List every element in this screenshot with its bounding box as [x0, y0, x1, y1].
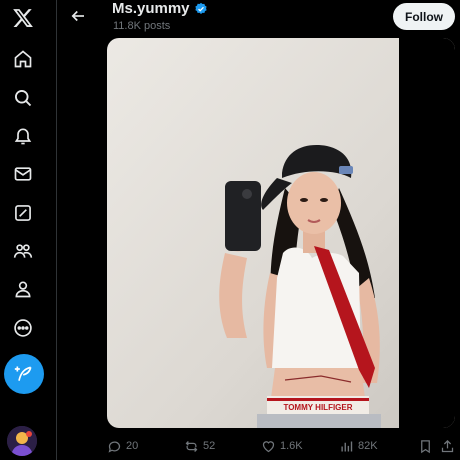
reply-action[interactable]: 20 [107, 436, 138, 456]
profile-media-view: Ms.yummy 11.8K posts Follow TOMMY HILFIG… [0, 0, 460, 460]
reply-icon [108, 441, 121, 453]
mirror-selfie-image: TOMMY HILFIGER [107, 38, 455, 428]
notifications-icon[interactable] [9, 122, 37, 150]
like-count: 1.6K [280, 440, 303, 452]
like-action[interactable]: 1.6K [261, 436, 303, 456]
home-icon[interactable] [9, 45, 37, 73]
communities-icon[interactable] [9, 237, 37, 265]
share-icon [441, 439, 454, 452]
repost-count: 52 [203, 440, 216, 452]
profile-icon[interactable] [9, 275, 37, 303]
views-action[interactable]: 82K [339, 436, 378, 456]
messages-icon[interactable] [9, 160, 37, 188]
feather-plus-icon [14, 366, 32, 381]
back-arrow-icon[interactable] [67, 5, 89, 27]
grok-icon[interactable] [9, 199, 37, 227]
post-photo[interactable]: TOMMY HILFIGER [107, 38, 455, 428]
bookmark-action[interactable] [418, 436, 433, 456]
post-count: 11.8K posts [113, 20, 171, 32]
heart-icon [262, 440, 275, 452]
reply-count: 20 [126, 440, 139, 452]
view-count: 82K [358, 440, 378, 452]
sidebar-nav [0, 0, 57, 460]
profile-name-row: Ms.yummy [112, 0, 208, 17]
follow-button[interactable]: Follow [393, 3, 455, 30]
profile-name: Ms.yummy [112, 0, 190, 17]
verified-badge-icon [194, 2, 208, 16]
bookmark-icon [421, 439, 430, 453]
more-icon[interactable] [9, 314, 37, 342]
views-chart-icon [341, 441, 353, 451]
repost-action[interactable]: 52 [184, 436, 215, 456]
repost-icon [185, 440, 198, 452]
compose-post-button[interactable] [4, 354, 44, 394]
search-icon[interactable] [9, 84, 37, 112]
post-actions-bar: 20 52 1.6K 82K [0, 436, 460, 456]
share-action[interactable] [440, 436, 455, 456]
x-logo-icon[interactable] [9, 4, 37, 32]
waistband-text: TOMMY HILFIGER [283, 403, 352, 412]
